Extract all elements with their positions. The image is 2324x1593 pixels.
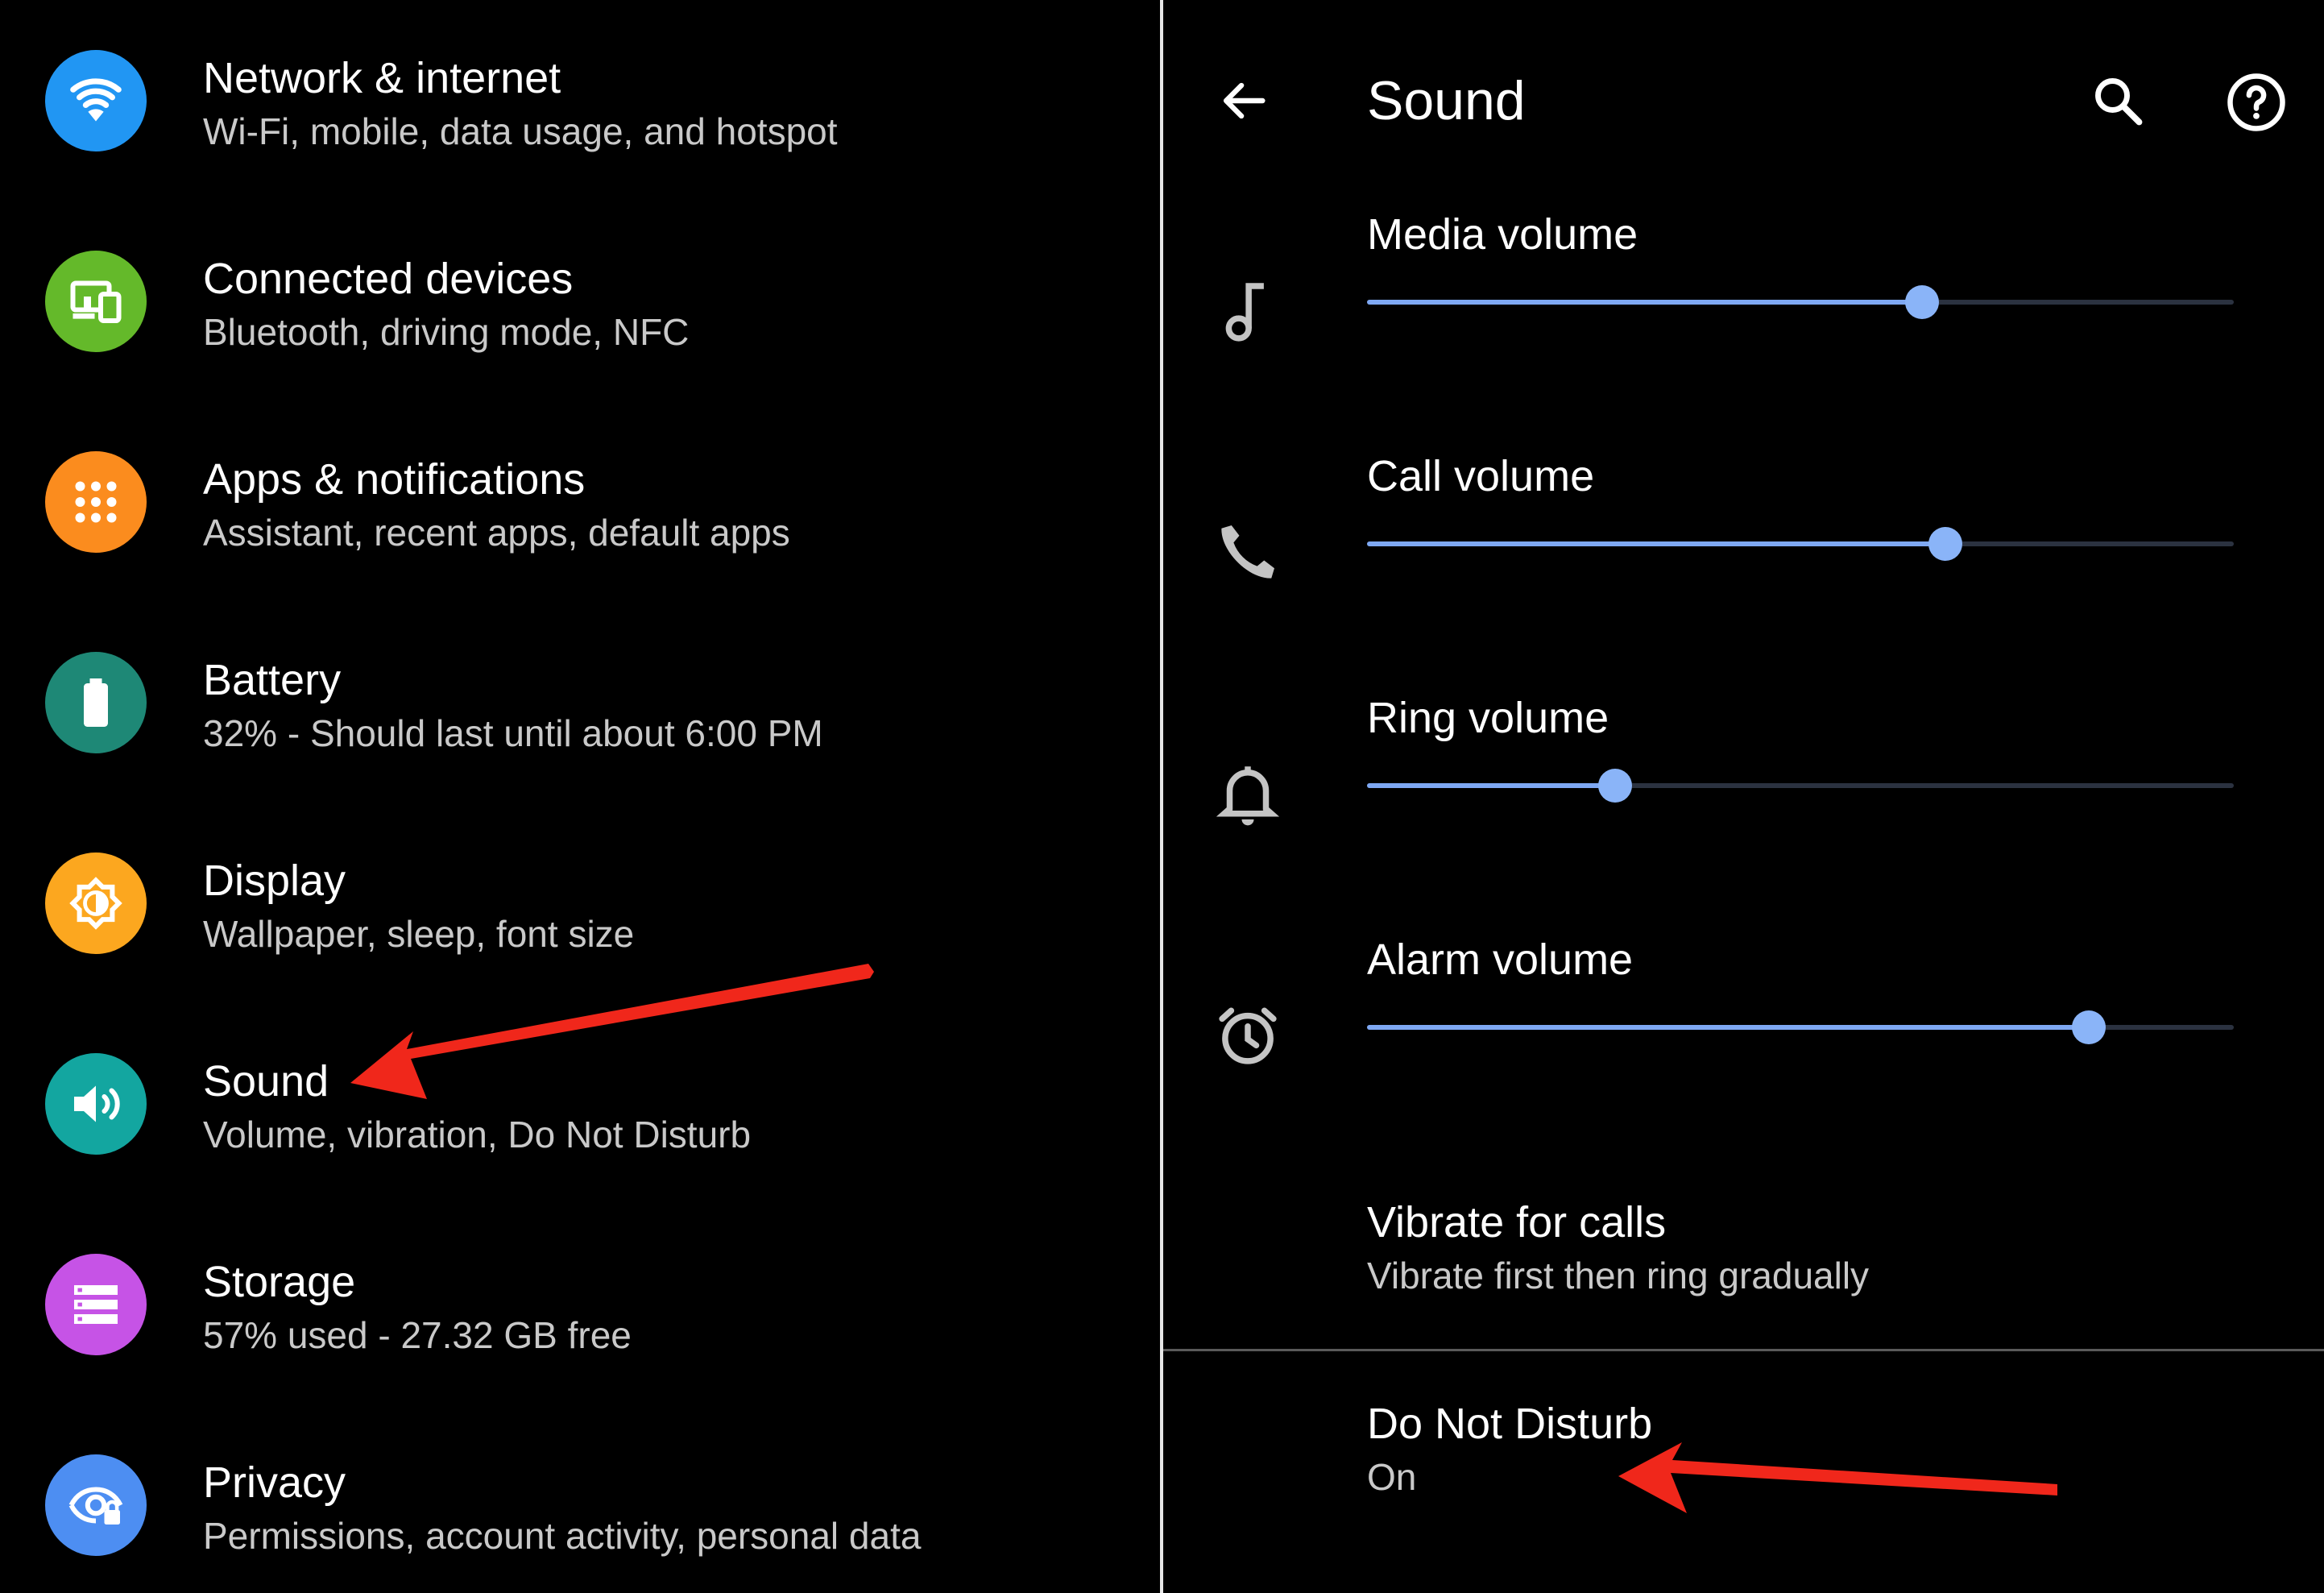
brightness-icon xyxy=(45,853,147,954)
settings-item-connected-devices[interactable]: Connected devices Bluetooth, driving mod… xyxy=(0,201,1160,401)
settings-item-title: Display xyxy=(203,857,346,905)
back-arrow-icon[interactable] xyxy=(1216,73,1272,129)
sound-settings-panel: Sound Media volume Call volume Ring volu… xyxy=(1163,0,2324,1593)
ring-volume-fill xyxy=(1367,783,1615,788)
settings-item-title: Battery xyxy=(203,656,342,704)
media-volume-fill xyxy=(1367,300,1922,305)
settings-item-subtitle: Bluetooth, driving mode, NFC xyxy=(203,311,690,353)
settings-item-privacy[interactable]: Privacy Permissions, account activity, p… xyxy=(0,1404,1160,1593)
settings-item-subtitle: 57% used - 27.32 GB free xyxy=(203,1314,632,1356)
battery-icon xyxy=(45,652,147,753)
bell-icon xyxy=(1212,757,1284,830)
apps-grid-icon xyxy=(45,451,147,553)
settings-item-title: Sound xyxy=(203,1057,329,1106)
settings-item-battery[interactable]: Battery 32% - Should last until about 6:… xyxy=(0,602,1160,803)
settings-item-title: Connected devices xyxy=(203,255,574,303)
call-volume-row: Call volume xyxy=(1163,451,2324,693)
call-volume-label: Call volume xyxy=(1367,452,1595,500)
page-title: Sound xyxy=(1367,70,1526,131)
search-icon[interactable] xyxy=(2090,73,2148,131)
media-volume-label: Media volume xyxy=(1367,210,1638,259)
do-not-disturb-title: Do Not Disturb xyxy=(1367,1400,1653,1448)
phone-icon xyxy=(1212,516,1284,588)
media-volume-thumb[interactable] xyxy=(1904,285,1939,319)
ring-volume-slider[interactable] xyxy=(1367,769,2234,803)
settings-item-subtitle: Assistant, recent apps, default apps xyxy=(203,512,790,554)
music-note-icon xyxy=(1212,274,1284,346)
media-volume-slider[interactable] xyxy=(1367,285,2234,319)
settings-item-subtitle: Volume, vibration, Do Not Disturb xyxy=(203,1114,752,1155)
ring-volume-row: Ring volume xyxy=(1163,693,2324,935)
call-volume-thumb[interactable] xyxy=(1928,527,1962,561)
alarm-volume-thumb[interactable] xyxy=(2072,1010,2107,1044)
do-not-disturb-status: On xyxy=(1367,1456,1417,1498)
settings-item-title: Network & internet xyxy=(203,54,561,102)
settings-item-subtitle: Wallpaper, sleep, font size xyxy=(203,913,635,955)
ring-volume-label: Ring volume xyxy=(1367,694,1609,742)
settings-item-sound[interactable]: Sound Volume, vibration, Do Not Disturb xyxy=(0,1003,1160,1204)
devices-icon xyxy=(45,251,147,352)
media-volume-row: Media volume xyxy=(1163,209,2324,451)
vibrate-for-calls-subtitle: Vibrate first then ring gradually xyxy=(1367,1255,1870,1296)
app-bar: Sound xyxy=(1163,0,2324,193)
privacy-eye-icon xyxy=(45,1454,147,1556)
vibrate-for-calls-title: Vibrate for calls xyxy=(1367,1198,1667,1247)
ring-volume-thumb[interactable] xyxy=(1597,769,1632,803)
settings-item-subtitle: 32% - Should last until about 6:00 PM xyxy=(203,712,823,754)
call-volume-slider[interactable] xyxy=(1367,527,2234,561)
divider-line xyxy=(1163,1349,2324,1351)
settings-item-title: Apps & notifications xyxy=(203,455,586,504)
alarm-volume-fill xyxy=(1367,1025,2090,1030)
wifi-icon xyxy=(45,50,147,151)
settings-item-subtitle: Permissions, account activity, personal … xyxy=(203,1515,922,1557)
alarm-volume-slider[interactable] xyxy=(1367,1010,2234,1044)
storage-icon xyxy=(45,1254,147,1355)
volume-icon xyxy=(45,1053,147,1155)
settings-item-title: Privacy xyxy=(203,1458,346,1507)
settings-item-storage[interactable]: Storage 57% used - 27.32 GB free xyxy=(0,1204,1160,1404)
call-volume-fill xyxy=(1367,541,1945,546)
alarm-volume-row: Alarm volume xyxy=(1163,935,2324,1176)
alarm-volume-label: Alarm volume xyxy=(1367,935,1634,984)
settings-item-subtitle: Wi-Fi, mobile, data usage, and hotspot xyxy=(203,110,838,152)
help-icon[interactable] xyxy=(2225,71,2288,134)
settings-list-panel: Network & internet Wi-Fi, mobile, data u… xyxy=(0,0,1160,1593)
settings-item-apps-notifications[interactable]: Apps & notifications Assistant, recent a… xyxy=(0,401,1160,602)
settings-item-title: Storage xyxy=(203,1258,356,1306)
alarm-clock-icon xyxy=(1212,999,1284,1072)
settings-item-display[interactable]: Display Wallpaper, sleep, font size xyxy=(0,803,1160,1003)
settings-item-network[interactable]: Network & internet Wi-Fi, mobile, data u… xyxy=(0,0,1160,201)
